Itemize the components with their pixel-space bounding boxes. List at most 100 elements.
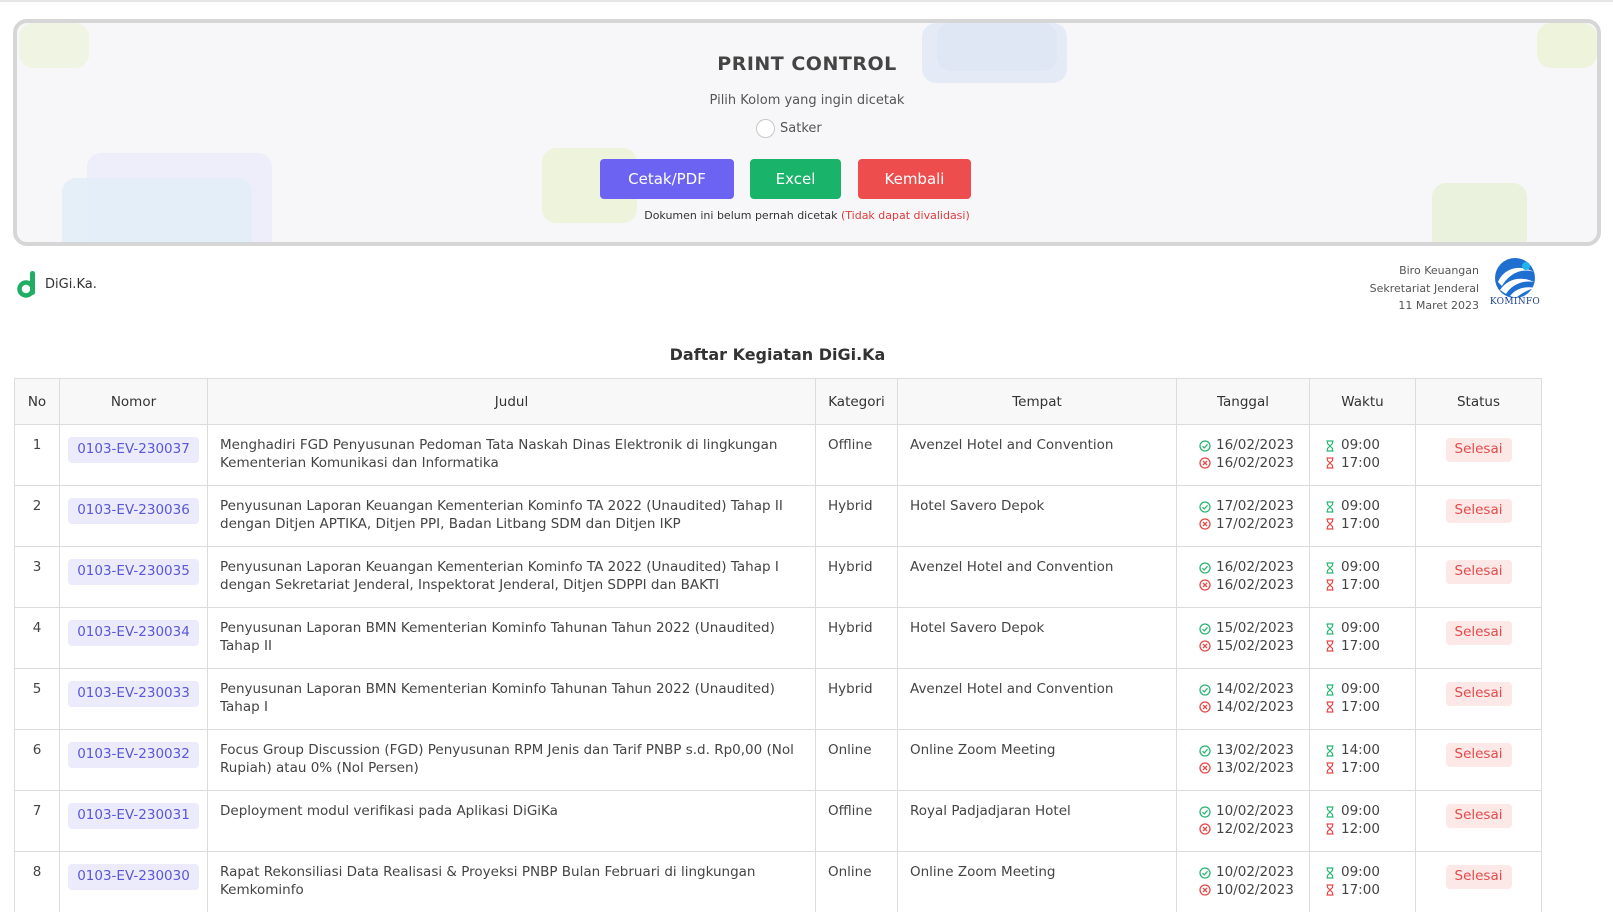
start-date: 10/02/2023 bbox=[1199, 803, 1297, 821]
cell-tempat: Hotel Savero Depok bbox=[897, 485, 1177, 547]
event-number-link[interactable]: 0103-EV-230037 bbox=[68, 437, 199, 463]
table-row: 1 0103-EV-230037 Menghadiri FGD Penyusunan… bbox=[14, 424, 1542, 486]
cell-tanggal: 13/02/2023 13/02/2023 bbox=[1176, 729, 1310, 791]
end-time-icon bbox=[1326, 762, 1334, 774]
end-time: 17:00 bbox=[1324, 577, 1403, 595]
end-time-value: 17:00 bbox=[1341, 576, 1380, 593]
back-button[interactable]: Kembali bbox=[858, 159, 971, 199]
excel-button[interactable]: Excel bbox=[750, 159, 841, 199]
col-header-kategori: Kategori bbox=[815, 378, 898, 425]
end-date: 16/02/2023 bbox=[1199, 577, 1297, 595]
start-time-value: 14:00 bbox=[1341, 742, 1380, 758]
event-number-link[interactable]: 0103-EV-230035 bbox=[68, 559, 199, 585]
end-date-value: 10/02/2023 bbox=[1216, 881, 1294, 898]
cell-nomor: 0103-EV-230035 bbox=[59, 546, 208, 608]
col-header-waktu: Waktu bbox=[1309, 378, 1416, 425]
cell-no: 3 bbox=[14, 546, 60, 608]
end-date: 10/02/2023 bbox=[1199, 882, 1297, 900]
event-number-link[interactable]: 0103-EV-230031 bbox=[68, 803, 199, 829]
cell-tanggal: 17/02/2023 17/02/2023 bbox=[1176, 485, 1310, 547]
cell-judul: Penyusunan Laporan Keuangan Kementerian … bbox=[207, 485, 816, 547]
start-date-icon bbox=[1199, 867, 1211, 879]
table-row: 4 0103-EV-230034 Penyusunan Laporan BMN Ke… bbox=[14, 607, 1542, 669]
start-date: 16/02/2023 bbox=[1199, 437, 1297, 455]
start-time-value: 09:00 bbox=[1341, 803, 1380, 819]
cell-waktu: 09:00 17:00 bbox=[1309, 668, 1416, 730]
cell-nomor: 0103-EV-230036 bbox=[59, 485, 208, 547]
end-date-value: 16/02/2023 bbox=[1216, 576, 1294, 593]
cell-tempat: Avenzel Hotel and Convention bbox=[897, 546, 1177, 608]
cell-tempat: Avenzel Hotel and Convention bbox=[897, 668, 1177, 730]
activity-table: No Nomor Judul Kategori Tempat Tanggal W… bbox=[14, 378, 1542, 912]
start-date-value: 10/02/2023 bbox=[1216, 864, 1294, 880]
cell-nomor: 0103-EV-230037 bbox=[59, 424, 208, 486]
start-date-icon bbox=[1199, 806, 1211, 818]
table-row: 3 0103-EV-230035 Penyusunan Laporan Keuang… bbox=[14, 546, 1542, 608]
start-date-icon bbox=[1199, 684, 1211, 696]
end-date-value: 14/02/2023 bbox=[1216, 698, 1294, 715]
start-time-value: 09:00 bbox=[1341, 559, 1380, 575]
start-date-value: 16/02/2023 bbox=[1216, 437, 1294, 453]
status-badge: Selesai bbox=[1445, 682, 1512, 706]
cell-no: 4 bbox=[14, 607, 60, 669]
start-date: 17/02/2023 bbox=[1199, 498, 1297, 516]
cell-tempat: Royal Padjadjaran Hotel bbox=[897, 790, 1177, 852]
start-date-icon bbox=[1199, 501, 1211, 513]
start-time-icon bbox=[1326, 440, 1334, 452]
cell-waktu: 09:00 17:00 bbox=[1309, 607, 1416, 669]
status-badge: Selesai bbox=[1445, 621, 1512, 645]
event-number-link[interactable]: 0103-EV-230030 bbox=[68, 864, 199, 890]
event-number-link[interactable]: 0103-EV-230036 bbox=[68, 498, 199, 524]
satker-checkbox[interactable] bbox=[756, 118, 775, 138]
cell-no: 6 bbox=[14, 729, 60, 791]
start-date-value: 14/02/2023 bbox=[1216, 681, 1294, 697]
table-header-row: No Nomor Judul Kategori Tempat Tanggal W… bbox=[14, 378, 1542, 425]
print-pdf-button[interactable]: Cetak/PDF bbox=[600, 159, 734, 199]
start-date: 16/02/2023 bbox=[1199, 559, 1297, 577]
org-info: Biro Keuangan Sekretariat Jenderal 11 Ma… bbox=[1370, 262, 1479, 315]
end-date: 15/02/2023 bbox=[1199, 638, 1297, 656]
start-time: 09:00 bbox=[1324, 559, 1403, 577]
end-time: 17:00 bbox=[1324, 516, 1403, 534]
cell-status: Selesai bbox=[1415, 790, 1542, 852]
start-date-value: 15/02/2023 bbox=[1216, 620, 1294, 636]
cell-kategori: Hybrid bbox=[815, 546, 898, 608]
end-date-icon bbox=[1199, 884, 1211, 896]
end-date-value: 16/02/2023 bbox=[1216, 454, 1294, 471]
start-date-value: 16/02/2023 bbox=[1216, 559, 1294, 575]
end-time-icon bbox=[1326, 579, 1334, 591]
col-header-nomor: Nomor bbox=[59, 378, 208, 425]
org-unit: Biro Keuangan bbox=[1399, 264, 1479, 277]
start-time-value: 09:00 bbox=[1341, 498, 1380, 514]
status-badge: Selesai bbox=[1445, 499, 1512, 523]
event-number-link[interactable]: 0103-EV-230033 bbox=[68, 681, 199, 707]
table-row: 6 0103-EV-230032 Focus Group Discussion (F… bbox=[14, 729, 1542, 791]
end-date-value: 13/02/2023 bbox=[1216, 759, 1294, 776]
cell-tempat: Avenzel Hotel and Convention bbox=[897, 424, 1177, 486]
col-header-status: Status bbox=[1415, 378, 1542, 425]
cell-kategori: Offline bbox=[815, 790, 898, 852]
end-time-value: 17:00 bbox=[1341, 454, 1380, 471]
start-time-icon bbox=[1326, 867, 1334, 879]
start-time-value: 09:00 bbox=[1341, 681, 1380, 697]
brand-name: DiGi.Ka. bbox=[45, 276, 97, 292]
satker-option[interactable]: Satker bbox=[756, 117, 822, 139]
cell-kategori: Online bbox=[815, 851, 898, 912]
event-number-link[interactable]: 0103-EV-230034 bbox=[68, 620, 199, 646]
end-date: 17/02/2023 bbox=[1199, 516, 1297, 534]
list-title: Daftar Kegiatan DiGi.Ka bbox=[669, 345, 886, 364]
start-time-icon bbox=[1326, 684, 1334, 696]
cell-waktu: 09:00 17:00 bbox=[1309, 851, 1416, 912]
start-time-icon bbox=[1326, 745, 1334, 757]
end-time-value: 12:00 bbox=[1341, 820, 1380, 837]
cell-no: 1 bbox=[14, 424, 60, 486]
cell-nomor: 0103-EV-230034 bbox=[59, 607, 208, 669]
cell-status: Selesai bbox=[1415, 729, 1542, 791]
status-badge: Selesai bbox=[1445, 804, 1512, 828]
event-number-link[interactable]: 0103-EV-230032 bbox=[68, 742, 199, 768]
end-date: 14/02/2023 bbox=[1199, 699, 1297, 717]
cell-kategori: Offline bbox=[815, 424, 898, 486]
table-row: 7 0103-EV-230031 Deployment modul verifika… bbox=[14, 790, 1542, 852]
end-time-value: 17:00 bbox=[1341, 881, 1380, 898]
cell-no: 5 bbox=[14, 668, 60, 730]
